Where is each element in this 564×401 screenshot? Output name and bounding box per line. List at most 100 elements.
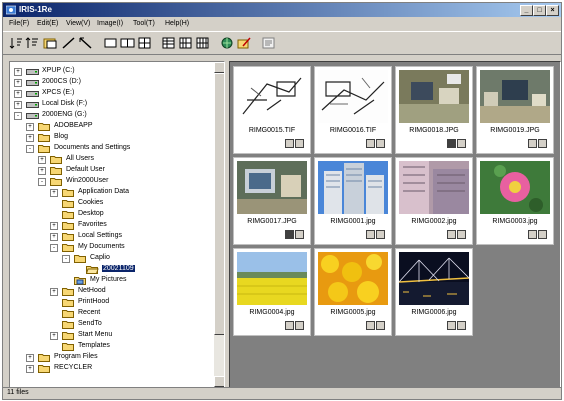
thumbnail-card[interactable]: RIMG0019.JPG [476,66,554,154]
thumbnail-image[interactable] [399,252,469,305]
collapse-icon[interactable]: - [62,255,70,263]
thumbnail-card[interactable]: RIMG0001.jpg [314,157,392,245]
print-icon[interactable] [261,36,276,50]
menu-image[interactable]: Image(I) [97,20,123,27]
thumbnail-card[interactable]: RIMG0002.jpg [395,157,473,245]
frame-single-icon[interactable] [103,36,118,50]
tree-item[interactable]: Recent [10,308,210,319]
expand-icon[interactable]: + [14,79,22,87]
flag-icon[interactable] [457,139,466,148]
mark-icon[interactable] [528,230,537,239]
thumbnail-image[interactable] [318,70,388,123]
close-button[interactable]: × [546,5,559,16]
thumbnail-card[interactable]: RIMG0015.TIF [233,66,311,154]
menu-view[interactable]: View(V) [66,20,90,27]
thumbnail-image[interactable] [237,70,307,123]
folder-image-icon[interactable] [43,36,58,50]
mark-icon[interactable] [366,139,375,148]
title-bar[interactable]: IRIS-1Re _ □ × [3,3,561,17]
mark-icon[interactable] [447,230,456,239]
maximize-button[interactable]: □ [533,5,546,16]
folder-tree[interactable]: + XPUP (C:) +2000CS (D:) + XPCS (E:) + Local D… [9,61,225,388]
edit-image-icon[interactable] [237,36,252,50]
arrow-line-icon[interactable] [78,36,93,50]
tree-item[interactable]: + RECYCLER [10,363,210,374]
tree-item[interactable]: - 2000ENG (G:) [10,110,210,121]
scroll-up-button[interactable] [214,62,224,73]
expand-icon[interactable]: + [50,332,58,340]
flag-icon[interactable] [457,230,466,239]
minimize-button[interactable]: _ [520,5,533,16]
grid-icon[interactable] [137,36,152,50]
line-icon[interactable] [61,36,76,50]
menu-help[interactable]: Help(H) [165,20,189,27]
tree-item[interactable]: + Local Disk (F:) [10,99,210,110]
thumbnail-card[interactable]: RIMG0016.TIF [314,66,392,154]
tree-item[interactable]: + XPUP (C:) [10,66,210,77]
thumbnail-card[interactable]: RIMG0017.JPG [233,157,311,245]
tree-item[interactable]: Templates [10,341,210,352]
expand-icon[interactable]: + [50,189,58,197]
mark-icon[interactable] [366,321,375,330]
thumbnail-image[interactable] [318,252,388,305]
flag-icon[interactable] [538,230,547,239]
tree-item[interactable]: + Default User [10,165,210,176]
expand-icon[interactable]: + [26,365,34,373]
tree-item[interactable]: + Favorites [10,220,210,231]
thumbnail-image[interactable] [399,161,469,214]
filter-icon[interactable] [25,36,40,50]
expand-icon[interactable]: + [14,90,22,98]
thumbnail-card[interactable]: RIMG0004.jpg [233,248,311,336]
tree-item[interactable]: My Pictures [10,275,210,286]
scroll-thumb[interactable] [214,73,224,335]
thumbnail-icon[interactable] [195,36,210,50]
expand-icon[interactable]: + [26,354,34,362]
tree-item[interactable]: + Local Settings [10,231,210,242]
mark-icon[interactable] [285,321,294,330]
expand-icon[interactable]: + [38,156,46,164]
tree-item[interactable]: + XPCS (E:) [10,88,210,99]
flag-icon[interactable] [376,230,385,239]
thumbnail-image[interactable] [237,252,307,305]
thumbnail-image[interactable] [237,161,307,214]
thumbnail-image[interactable] [480,70,550,123]
flag-icon[interactable] [457,321,466,330]
thumbnail-card[interactable]: RIMG0006.jpg [395,248,473,336]
collapse-icon[interactable]: - [14,112,22,120]
flag-icon[interactable] [376,139,385,148]
collapse-icon[interactable]: - [26,145,34,153]
frame-double-icon[interactable] [120,36,135,50]
expand-icon[interactable]: + [26,123,34,131]
tree-item[interactable]: + ADOBEAPP [10,121,210,132]
globe-icon[interactable] [220,36,235,50]
scroll-down-button[interactable] [214,376,224,387]
mark-icon[interactable] [285,230,294,239]
mark-icon[interactable] [285,139,294,148]
flag-icon[interactable] [538,139,547,148]
mark-icon[interactable] [447,139,456,148]
thumbnail-card[interactable]: RIMG0003.jpg [476,157,554,245]
detail-icon[interactable] [178,36,193,50]
menu-file[interactable]: File(F) [9,20,29,27]
flag-icon[interactable] [295,139,304,148]
mark-icon[interactable] [528,139,537,148]
thumbnail-image[interactable] [480,161,550,214]
thumbnail-image[interactable] [318,161,388,214]
tree-item[interactable]: SendTo [10,319,210,330]
expand-icon[interactable]: + [50,222,58,230]
flag-icon[interactable] [376,321,385,330]
tree-item[interactable]: + Application Data [10,187,210,198]
collapse-icon[interactable]: - [38,178,46,186]
tree-item[interactable]: - Caplio [10,253,210,264]
expand-icon[interactable]: + [26,134,34,142]
tree-item[interactable]: + Start Menu [10,330,210,341]
thumbnail-card[interactable]: RIMG0018.JPG [395,66,473,154]
list-icon[interactable] [161,36,176,50]
expand-icon[interactable]: + [50,288,58,296]
mark-icon[interactable] [366,230,375,239]
mark-icon[interactable] [447,321,456,330]
expand-icon[interactable]: + [38,167,46,175]
menu-edit[interactable]: Edit(E) [37,20,58,27]
tree-scrollbar[interactable] [214,62,224,387]
tree-item[interactable]: + All Users [10,154,210,165]
